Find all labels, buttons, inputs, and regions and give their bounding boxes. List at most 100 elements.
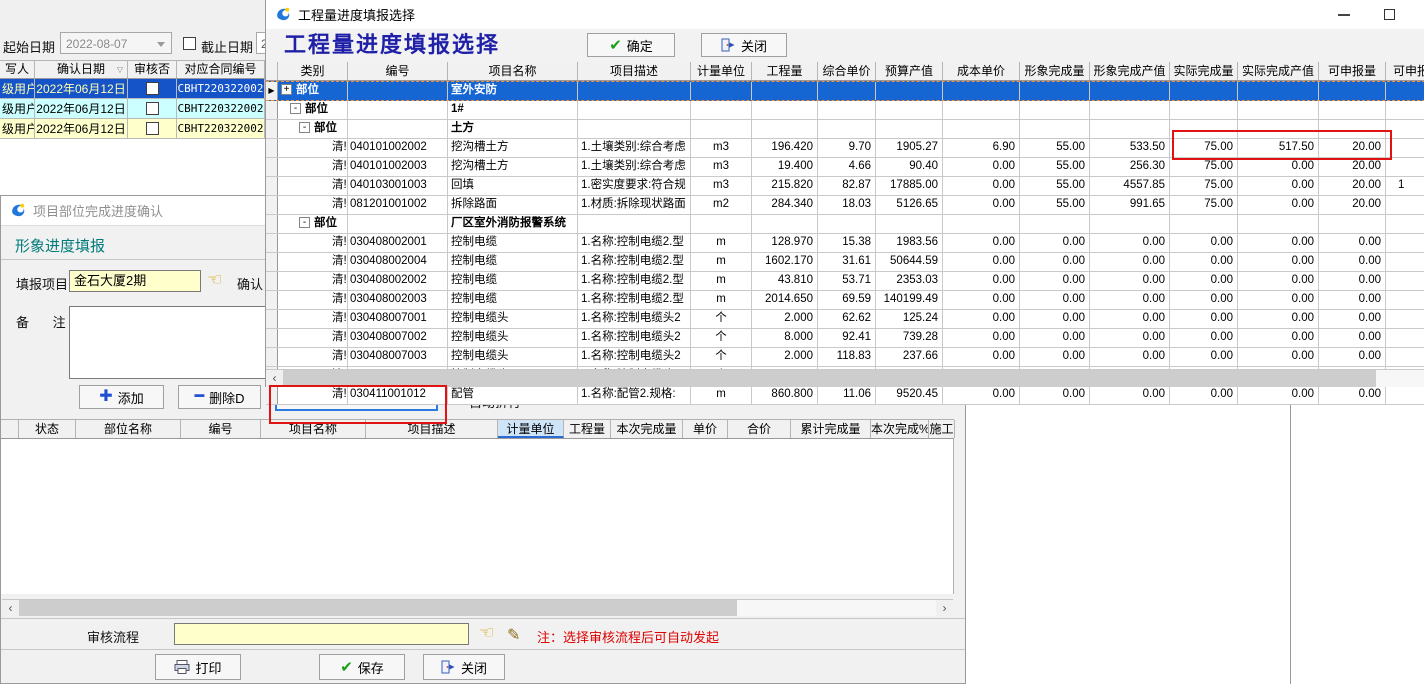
review-flow-input[interactable] — [174, 623, 469, 645]
column-header[interactable]: 写人 — [0, 61, 35, 78]
column-header[interactable]: 工程量 — [564, 420, 611, 438]
column-header[interactable]: 项目名称 — [448, 62, 578, 80]
column-header[interactable]: 形象完成量 — [1020, 62, 1090, 80]
cell-value: 2.000 — [752, 310, 818, 328]
sort-icon[interactable]: ▽ — [117, 61, 123, 78]
column-header[interactable]: 实际完成量 — [1170, 62, 1238, 80]
select-hand-icon[interactable]: ☜ — [207, 272, 222, 289]
cell-desc: 1.土壤类别:综合考虑 — [578, 158, 691, 176]
cell-value: 215.820 — [752, 177, 818, 195]
end-date-checkbox[interactable] — [183, 37, 196, 50]
review-checkbox[interactable] — [146, 122, 159, 135]
cell-unit — [691, 82, 752, 100]
expand-icon[interactable]: + — [281, 84, 292, 95]
cell-value: 1983.56 — [876, 234, 943, 252]
ok-button[interactable]: ✔ 确定 — [587, 33, 675, 57]
page-title: 工程量进度填报选择 — [284, 27, 500, 59]
column-header[interactable]: 编号 — [348, 62, 448, 80]
table-row[interactable]: 清!040103001003回填1.密实度要求:符合规m3215.82082.8… — [266, 177, 1424, 196]
table-row[interactable]: -部位厂区室外消防报警系统 — [266, 215, 1424, 234]
group-label: 部位 — [305, 103, 328, 115]
print-button[interactable]: 打印 — [155, 654, 241, 680]
column-header[interactable]: 实际完成产值 — [1238, 62, 1319, 80]
review-checkbox[interactable] — [146, 102, 159, 115]
cell-value — [818, 82, 876, 100]
collapse-icon[interactable]: - — [290, 103, 301, 114]
cell-desc — [578, 215, 691, 233]
table-row[interactable]: 清!040101002003挖沟槽土方1.土壤类别:综合考虑m319.4004.… — [266, 158, 1424, 177]
delete-button[interactable]: ━ 删除D — [178, 385, 261, 409]
column-header[interactable]: 可申报量 — [1319, 62, 1386, 80]
scroll-left-icon[interactable]: ‹ — [2, 600, 19, 616]
table-row[interactable]: 清!030408002002控制电缆1.名称:控制电缆2.型m43.81053.… — [266, 272, 1424, 291]
table-row[interactable]: 清!030408002001控制电缆1.名称:控制电缆2.型m128.97015… — [266, 234, 1424, 253]
column-header[interactable]: 本次完成量 — [611, 420, 683, 438]
table-row[interactable]: 清!030408007003控制电缆头1.名称:控制电缆头2个2.000118.… — [266, 348, 1424, 367]
table-row[interactable]: 级用户2022年06月12日CBHT220322002 — [0, 99, 266, 119]
column-header[interactable]: 施工 — [929, 420, 955, 438]
confirm-dialog-title: 项目部位完成进度确认 — [33, 201, 163, 220]
column-header[interactable]: 计量单位 — [498, 420, 564, 438]
app-icon — [10, 202, 27, 219]
add-button[interactable]: ✚ 添加 — [79, 385, 164, 409]
column-header[interactable]: 确认日期▽ — [35, 61, 128, 78]
column-header[interactable]: 审核否 — [128, 61, 177, 78]
save-button[interactable]: ✔ 保存 — [319, 654, 405, 680]
column-header[interactable]: 单价 — [683, 420, 728, 438]
cell-unit: m — [691, 253, 752, 271]
cell-value: 0.00 — [943, 386, 1020, 404]
collapse-icon[interactable]: - — [299, 217, 310, 228]
column-header[interactable]: 成本单价 — [943, 62, 1020, 80]
scroll-right-icon[interactable]: › — [936, 600, 953, 616]
pencil-icon[interactable]: ✎ — [507, 625, 520, 644]
cell-name: 控制电缆头 — [448, 329, 578, 347]
table-row[interactable]: 清!030408002003控制电缆1.名称:控制电缆2.型m2014.6506… — [266, 291, 1424, 310]
main-dialog-titlebar[interactable]: 工程量进度填报选择 — [266, 0, 1424, 29]
close-button[interactable]: 关闭 — [701, 33, 787, 57]
table-row[interactable]: 级用户2022年06月12日CBHT220322002 — [0, 119, 266, 139]
column-header[interactable]: 对应合同编号 — [177, 61, 265, 78]
table-row[interactable]: 清!081201001002拆除路面1.材质:拆除现状路面m2284.34018… — [266, 196, 1424, 215]
column-header[interactable]: 计量单位 — [691, 62, 752, 80]
confirm-grid-hscrollbar[interactable]: ‹ › — [2, 599, 953, 616]
printer-icon — [174, 660, 190, 674]
column-header[interactable]: 工程量 — [752, 62, 818, 80]
close-button[interactable]: 关闭 — [423, 654, 505, 680]
project-input[interactable]: 金石大厦2期 — [69, 270, 201, 292]
column-header[interactable]: 综合单价 — [818, 62, 876, 80]
confirm-grid-body[interactable] — [1, 439, 954, 594]
cell-value — [1170, 101, 1238, 119]
start-date-combobox[interactable]: 2022-08-07 — [60, 32, 172, 54]
column-header[interactable]: 累计完成量 — [791, 420, 871, 438]
table-row[interactable]: 清!030408007001控制电缆头1.名称:控制电缆头2个2.00062.6… — [266, 310, 1424, 329]
column-header[interactable]: 项目描述 — [578, 62, 691, 80]
table-row[interactable]: 级用户2022年06月12日CBHT220322002 — [0, 79, 266, 99]
column-header[interactable]: 预算产值 — [876, 62, 943, 80]
maximize-button[interactable] — [1369, 0, 1409, 28]
column-header[interactable]: 类别 — [278, 62, 348, 80]
table-row[interactable]: 清!030408002004控制电缆1.名称:控制电缆2.型m1602.1703… — [266, 253, 1424, 272]
cell-category: 清! — [278, 253, 348, 271]
cell-value — [876, 215, 943, 233]
column-header[interactable]: 部位名称 — [76, 420, 181, 438]
cell-value: 55.00 — [1020, 196, 1090, 214]
minimize-button[interactable] — [1324, 0, 1364, 28]
row-indicator — [266, 101, 278, 119]
collapse-icon[interactable]: - — [299, 122, 310, 133]
column-header[interactable]: 状态 — [19, 420, 76, 438]
column-header[interactable]: 编号 — [181, 420, 261, 438]
select-hand-icon[interactable]: ☜ — [479, 625, 494, 642]
exit-door-icon — [441, 660, 456, 674]
column-header[interactable]: 合价 — [728, 420, 791, 438]
review-checkbox[interactable] — [146, 82, 159, 95]
column-header[interactable]: 形象完成产值 — [1090, 62, 1170, 80]
cell-value — [1090, 215, 1170, 233]
table-row[interactable]: 清!030408007002控制电缆头1.名称:控制电缆头2个8.00092.4… — [266, 329, 1424, 348]
column-header[interactable]: 可申报产值 — [1386, 62, 1424, 80]
column-header[interactable]: 本次完成% — [871, 420, 929, 438]
cell-value: 0.00 — [1170, 386, 1238, 404]
cell-name: 拆除路面 — [448, 196, 578, 214]
table-row[interactable]: -部位1# — [266, 101, 1424, 120]
table-row[interactable]: ▶+部位室外安防 — [266, 81, 1424, 101]
app-icon — [275, 6, 292, 23]
